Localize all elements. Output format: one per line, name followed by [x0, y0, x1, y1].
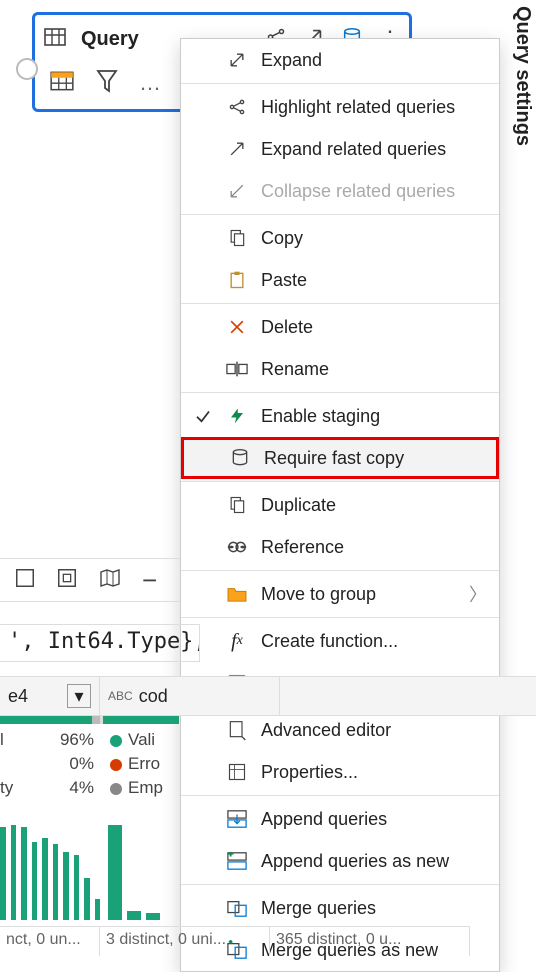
properties-icon — [225, 762, 249, 782]
menu-highlight-related[interactable]: Highlight related queries — [181, 86, 499, 128]
database-icon — [228, 448, 252, 468]
menu-copy[interactable]: Copy — [181, 217, 499, 259]
append-icon — [225, 809, 249, 829]
merge-icon — [225, 898, 249, 918]
distinct-footer: nct, 0 un... 3 distinct, 0 uni... 365 di… — [0, 926, 536, 956]
column-type-1: ABC — [108, 689, 133, 703]
column-name-1: cod — [139, 686, 168, 707]
query-title: Query — [81, 28, 139, 51]
menu-merge-queries[interactable]: Merge queries — [181, 887, 499, 929]
ellipsis-icon[interactable]: … — [139, 70, 161, 96]
column-name-0: e4 — [8, 686, 28, 707]
menu-rename[interactable]: Rename — [181, 348, 499, 390]
copy-icon — [225, 228, 249, 248]
table-icon — [43, 25, 67, 54]
expand-out-icon — [225, 139, 249, 159]
menu-paste[interactable]: Paste — [181, 259, 499, 301]
distinct-2: 365 distinct, 0 u... — [270, 926, 470, 956]
menu-reference[interactable]: Reference — [181, 526, 499, 568]
minus-icon[interactable]: − — [142, 565, 157, 596]
menu-expand-related[interactable]: Expand related queries — [181, 128, 499, 170]
grid-icon[interactable] — [14, 567, 36, 594]
paste-icon — [225, 270, 249, 290]
share-icon — [225, 97, 249, 117]
expand-arrows-icon — [225, 50, 249, 70]
node-port[interactable] — [16, 58, 38, 80]
menu-create-function[interactable]: fx Create function... — [181, 620, 499, 662]
column-header-1[interactable]: ABC cod — [100, 677, 280, 715]
folder-icon — [225, 585, 249, 603]
formula-fragment: ', Int64.Type}, — [0, 624, 200, 662]
delete-icon — [225, 317, 249, 337]
map-icon[interactable] — [98, 567, 122, 594]
distinct-1: 3 distinct, 0 uni... — [100, 926, 270, 956]
duplicate-icon — [225, 495, 249, 515]
lightning-icon — [225, 406, 249, 426]
menu-duplicate[interactable]: Duplicate — [181, 484, 499, 526]
menu-expand[interactable]: Expand — [181, 39, 499, 81]
histogram-col-1 — [108, 820, 180, 920]
chevron-right-icon: 〉 — [469, 581, 487, 607]
table-data-icon[interactable] — [49, 68, 75, 99]
fx-icon: fx — [225, 630, 249, 653]
profile-bar — [0, 716, 536, 724]
fit-icon[interactable] — [56, 567, 78, 594]
menu-collapse-related: Collapse related queries — [181, 170, 499, 212]
menu-append-queries[interactable]: Append queries — [181, 798, 499, 840]
rename-icon — [225, 359, 249, 379]
stats-col-1: Vali Erro Emp — [110, 730, 190, 798]
menu-append-queries-new[interactable]: Append queries as new — [181, 840, 499, 882]
view-toolbar: − — [0, 558, 180, 602]
collapse-in-icon — [225, 181, 249, 201]
menu-delete[interactable]: Delete — [181, 306, 499, 348]
filter-icon[interactable] — [95, 67, 119, 100]
histogram-col-0 — [0, 820, 100, 920]
column-header-0[interactable]: e4 ▾ — [0, 677, 100, 715]
column-headers: e4 ▾ ABC cod — [0, 676, 536, 716]
menu-properties[interactable]: Properties... — [181, 751, 499, 793]
stats-col-0: l96% 0% ty4% — [0, 730, 94, 798]
distinct-0: nct, 0 un... — [0, 926, 100, 956]
side-panel-label[interactable]: Query settings — [504, 6, 534, 226]
menu-enable-staging[interactable]: Enable staging — [181, 395, 499, 437]
context-menu: Expand Highlight related queries Expand … — [180, 38, 500, 972]
menu-move-to-group[interactable]: Move to group 〉 — [181, 573, 499, 615]
menu-require-fast-copy[interactable]: Require fast copy — [181, 437, 499, 479]
check-icon — [193, 407, 213, 425]
column-dropdown-0[interactable]: ▾ — [67, 684, 91, 708]
append-new-icon — [225, 851, 249, 871]
link-icon — [225, 538, 249, 556]
